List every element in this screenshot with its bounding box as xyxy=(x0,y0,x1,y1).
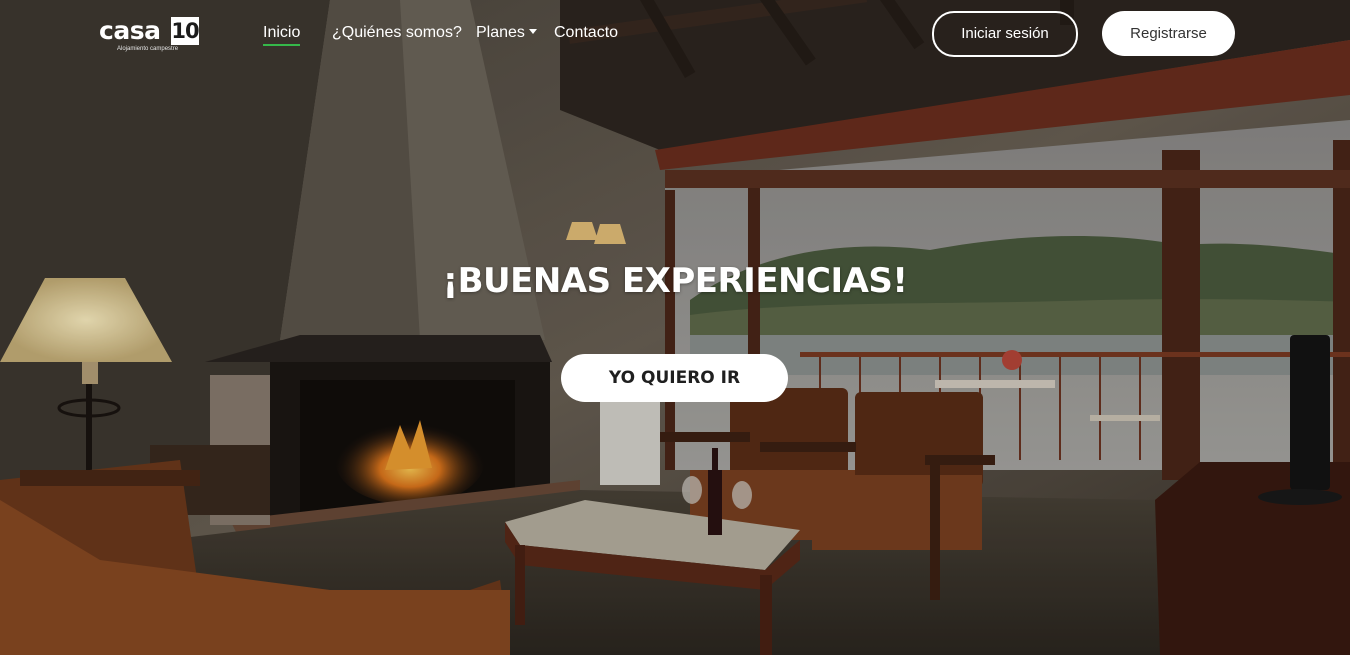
nav-link-contacto[interactable]: Contacto xyxy=(554,23,618,43)
hero-title: ¡BUENAS EXPERIENCIAS! xyxy=(442,261,908,301)
nav-link-inicio[interactable]: Inicio xyxy=(263,23,301,46)
hero-section: casa 10 Alojamiento campestre Inicio ¿Qu… xyxy=(0,0,1350,655)
register-button[interactable]: Registrarse xyxy=(1102,11,1235,56)
hero-background-photo xyxy=(0,0,1350,655)
logo-word: casa xyxy=(99,16,161,45)
login-button[interactable]: Iniciar sesión xyxy=(932,11,1078,57)
logo-number: 10 xyxy=(171,17,200,45)
nav-link-planes-label: Planes xyxy=(476,24,525,41)
chevron-down-icon xyxy=(528,29,537,34)
top-navbar: casa 10 Alojamiento campestre Inicio ¿Qu… xyxy=(0,0,1350,68)
cta-button[interactable]: YO QUIERO IR xyxy=(561,354,788,402)
casa10-logo[interactable]: casa 10 Alojamiento campestre xyxy=(99,16,209,56)
nav-link-planes[interactable]: Planes xyxy=(476,23,537,43)
logo-tagline: Alojamiento campestre xyxy=(117,46,179,52)
nav-link-quienes-somos[interactable]: ¿Quiénes somos? xyxy=(332,23,462,43)
